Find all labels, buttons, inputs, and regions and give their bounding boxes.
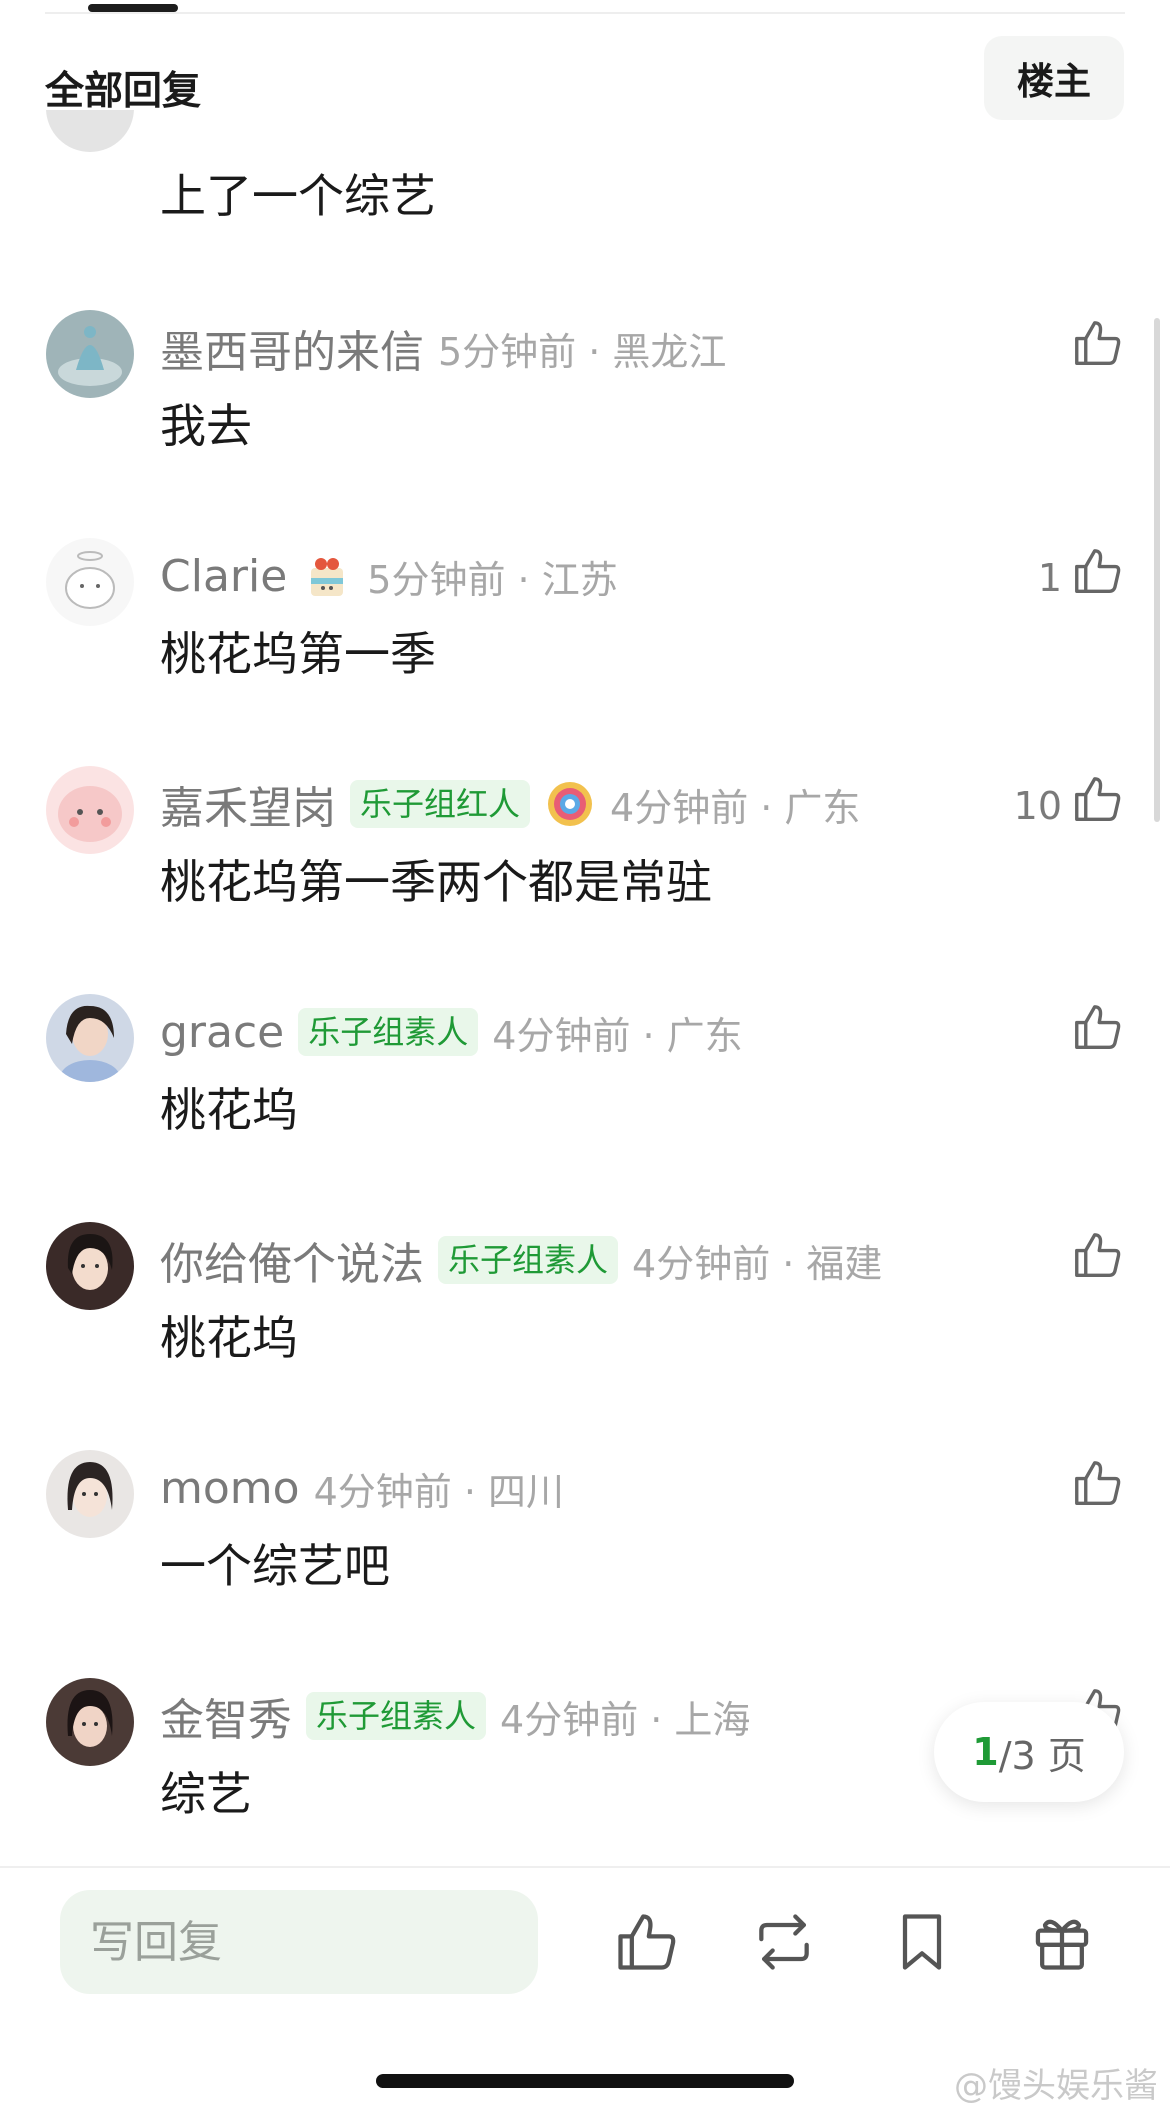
- avatar[interactable]: [46, 310, 134, 398]
- time-location: 4分钟前 · 广东: [610, 785, 861, 830]
- comment-text: 综艺: [160, 1767, 252, 1821]
- page-indicator[interactable]: 1 /3 页: [934, 1702, 1124, 1802]
- group-badge: 乐子组素人: [306, 1692, 487, 1740]
- avatar[interactable]: [46, 1450, 134, 1538]
- group-badge: 乐子组红人: [350, 780, 531, 828]
- thumbs-up-icon[interactable]: [612, 1908, 680, 1976]
- thumbs-up-icon[interactable]: [1070, 1000, 1124, 1054]
- thumbs-up-icon[interactable]: [1070, 1456, 1124, 1510]
- rainbow-medal-icon: [544, 778, 596, 830]
- comment-item[interactable]: momo 4分钟前 · 四川 一个综艺吧: [0, 1450, 1170, 1678]
- total-pages: /3 页: [998, 1733, 1086, 1778]
- like-count: 10: [1013, 784, 1062, 828]
- comment-text: 上了一个综艺: [160, 169, 436, 223]
- top-divider: [45, 12, 1125, 14]
- thumbs-up-icon[interactable]: [1070, 1228, 1124, 1282]
- comment-text: 一个综艺吧: [160, 1539, 390, 1593]
- bookmark-icon[interactable]: [888, 1908, 956, 1976]
- reply-input[interactable]: [60, 1890, 538, 1994]
- watermark: @馒头娱乐酱: [954, 2066, 1158, 2106]
- comment-text: 桃花坞第一季两个都是常驻: [160, 855, 712, 909]
- comment-text: 桃花坞: [160, 1083, 298, 1137]
- time-location: 4分钟前 · 上海: [500, 1697, 751, 1742]
- time-location: 4分钟前 · 广东: [492, 1013, 743, 1058]
- avatar[interactable]: [46, 538, 134, 626]
- repost-icon[interactable]: [750, 1908, 818, 1976]
- like-count: 1: [1037, 556, 1062, 600]
- username[interactable]: 金智秀: [160, 1684, 292, 1748]
- comment-item[interactable]: 你给俺个说法 乐子组素人 4分钟前 · 福建 桃花坞: [0, 1222, 1170, 1450]
- time-location: 4分钟前 · 四川: [313, 1469, 564, 1514]
- avatar[interactable]: [46, 766, 134, 854]
- comment-item[interactable]: 墨西哥的来信 5分钟前 · 黑龙江 我去: [0, 310, 1170, 538]
- username[interactable]: Clarie: [160, 551, 287, 602]
- comment-text: 桃花坞第一季: [160, 627, 436, 681]
- current-page: 1: [972, 1730, 999, 1774]
- avatar[interactable]: [46, 1222, 134, 1310]
- scrollbar[interactable]: [1154, 318, 1160, 822]
- username[interactable]: 你给俺个说法: [160, 1228, 424, 1292]
- page-title: 全部回复: [45, 69, 202, 114]
- tab-indicator: [88, 4, 178, 12]
- time-location: 5分钟前 · 江苏: [367, 557, 618, 602]
- group-badge: 乐子组素人: [438, 1236, 619, 1284]
- thumbs-up-icon[interactable]: [1070, 772, 1124, 826]
- thumbs-up-icon[interactable]: [1070, 316, 1124, 370]
- comment-item[interactable]: Clarie 5分钟前 · 江苏 桃花坞第一季 1: [0, 538, 1170, 766]
- comment-item[interactable]: 嘉禾望岗 乐子组红人 4分钟前 · 广东 桃花坞第一季两个都是常驻 10: [0, 766, 1170, 994]
- group-badge: 乐子组素人: [298, 1008, 479, 1056]
- comment-item[interactable]: grace 乐子组素人 4分钟前 · 广东 桃花坞: [0, 994, 1170, 1222]
- time-location: 5分钟前 · 黑龙江: [438, 329, 727, 374]
- username[interactable]: momo: [160, 1463, 300, 1514]
- thumbs-up-icon[interactable]: [1070, 544, 1124, 598]
- avatar[interactable]: [46, 994, 134, 1082]
- username[interactable]: 墨西哥的来信: [160, 316, 424, 380]
- avatar[interactable]: [46, 110, 134, 152]
- username[interactable]: 嘉禾望岗: [160, 772, 336, 836]
- cake-medal-icon: [301, 550, 353, 602]
- comment-text: 桃花坞: [160, 1311, 298, 1365]
- username[interactable]: grace: [160, 1007, 284, 1058]
- comment-item-partial: 上了一个综艺: [0, 110, 1170, 230]
- home-indicator: [376, 2074, 794, 2088]
- op-only-filter-button[interactable]: 楼主: [984, 36, 1124, 120]
- time-location: 4分钟前 · 福建: [632, 1241, 883, 1286]
- comment-text: 我去: [160, 399, 252, 453]
- gift-icon[interactable]: [1028, 1908, 1096, 1976]
- avatar[interactable]: [46, 1678, 134, 1766]
